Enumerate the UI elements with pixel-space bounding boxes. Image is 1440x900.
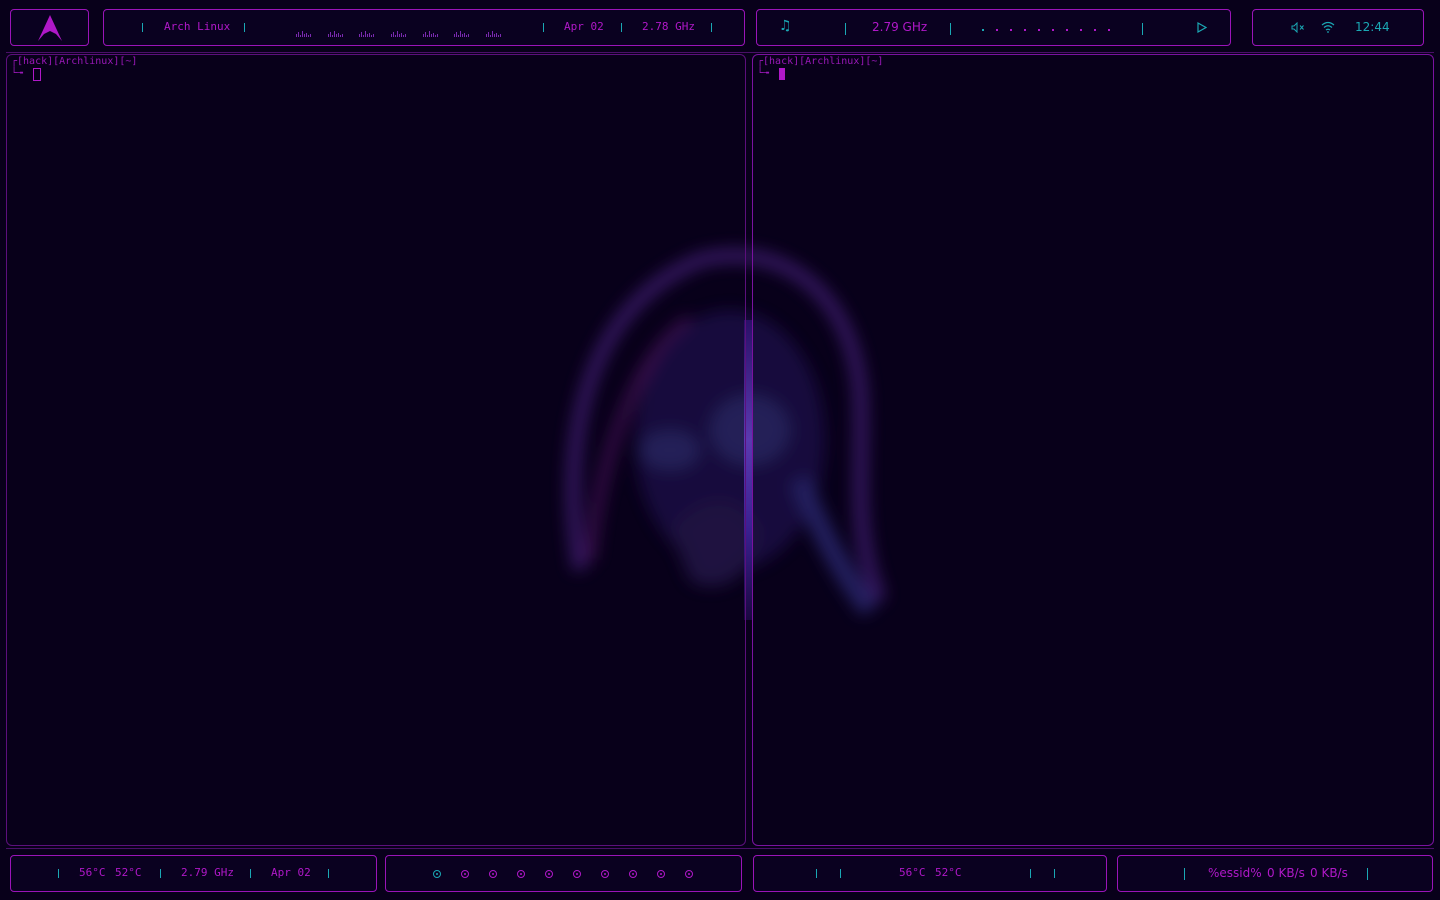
workspace-7[interactable] bbox=[601, 870, 609, 878]
terminal-cursor bbox=[33, 68, 41, 81]
workspace-2[interactable] bbox=[461, 870, 469, 878]
separator bbox=[621, 23, 622, 32]
temp-label: 56°C bbox=[899, 866, 926, 879]
workspace-bar bbox=[385, 855, 742, 892]
workspace-3[interactable] bbox=[489, 870, 497, 878]
play-icon[interactable] bbox=[1197, 22, 1207, 33]
separator bbox=[244, 23, 245, 32]
workspace-6[interactable] bbox=[573, 870, 581, 878]
essid-label: %essid% bbox=[1208, 866, 1262, 880]
separator bbox=[816, 869, 817, 878]
bottom-sysinfo-bar: 56°C 52°C 2.79 GHz Apr 02 bbox=[10, 855, 377, 892]
status-bar: 12:44 bbox=[1252, 9, 1424, 46]
top-divider bbox=[6, 52, 1434, 53]
workspace-10[interactable] bbox=[685, 870, 693, 878]
launcher-box[interactable] bbox=[10, 9, 89, 46]
cpu-freq-label: 2.79 GHz bbox=[872, 20, 928, 34]
prompt-arrow: └╼ bbox=[757, 68, 770, 79]
separator bbox=[1184, 868, 1185, 880]
separator bbox=[840, 869, 841, 878]
separator bbox=[950, 23, 951, 35]
date-label: Apr 02 bbox=[271, 866, 311, 879]
workspace-9[interactable] bbox=[657, 870, 665, 878]
cpu-freq-label: 2.79 GHz bbox=[181, 866, 234, 879]
music-note-icon[interactable]: ♫ bbox=[779, 18, 792, 34]
separator bbox=[1367, 868, 1368, 880]
separator bbox=[711, 23, 712, 32]
upload-speed: 0 KB/s bbox=[1310, 866, 1348, 880]
distro-label: Arch Linux bbox=[164, 20, 231, 33]
workspace-4[interactable] bbox=[517, 870, 525, 878]
bottom-temp-bar: 56°C 52°C bbox=[753, 855, 1107, 892]
wifi-icon[interactable] bbox=[1321, 21, 1335, 33]
terminal-right[interactable]: ┌[hack][Archlinux][~] └╼ bbox=[752, 54, 1434, 846]
temp-label: 56°C bbox=[79, 866, 106, 879]
prompt-arrow: └╼ bbox=[11, 68, 24, 79]
media-bar: ♫ 2.79 GHz bbox=[756, 9, 1231, 46]
date-label: Apr 02 bbox=[564, 20, 604, 33]
separator bbox=[142, 23, 143, 32]
cpu-freq-label: 2.78 GHz bbox=[642, 20, 695, 33]
separator bbox=[160, 869, 161, 878]
workspace-8[interactable] bbox=[629, 870, 637, 878]
top-info-bar: Arch Linux Apr 02 2.78 GHz bbox=[103, 9, 745, 46]
volume-muted-icon[interactable] bbox=[1291, 22, 1305, 33]
separator bbox=[1054, 869, 1055, 878]
separator bbox=[543, 23, 544, 32]
workspace-1[interactable] bbox=[433, 870, 441, 878]
temp-label: 52°C bbox=[115, 866, 142, 879]
clock[interactable]: 12:44 bbox=[1355, 20, 1390, 34]
audio-visualizer bbox=[296, 24, 502, 37]
separator bbox=[250, 869, 251, 878]
download-speed: 0 KB/s bbox=[1267, 866, 1305, 880]
prompt-line: ┌[hack][Archlinux][~] bbox=[11, 56, 138, 67]
terminal-left[interactable]: ┌[hack][Archlinux][~] └╼ bbox=[6, 54, 746, 846]
network-bar: %essid% 0 KB/s 0 KB/s bbox=[1117, 855, 1433, 892]
bottom-divider bbox=[6, 848, 1434, 849]
terminal-cursor bbox=[779, 68, 785, 80]
separator bbox=[328, 869, 329, 878]
workspace-5[interactable] bbox=[545, 870, 553, 878]
separator bbox=[58, 869, 59, 878]
arch-logo-icon[interactable] bbox=[37, 14, 63, 42]
temp-label: 52°C bbox=[935, 866, 962, 879]
separator bbox=[1142, 23, 1143, 35]
prompt-line: ┌[hack][Archlinux][~] bbox=[757, 56, 884, 67]
separator bbox=[845, 23, 846, 35]
separator bbox=[1030, 869, 1031, 878]
